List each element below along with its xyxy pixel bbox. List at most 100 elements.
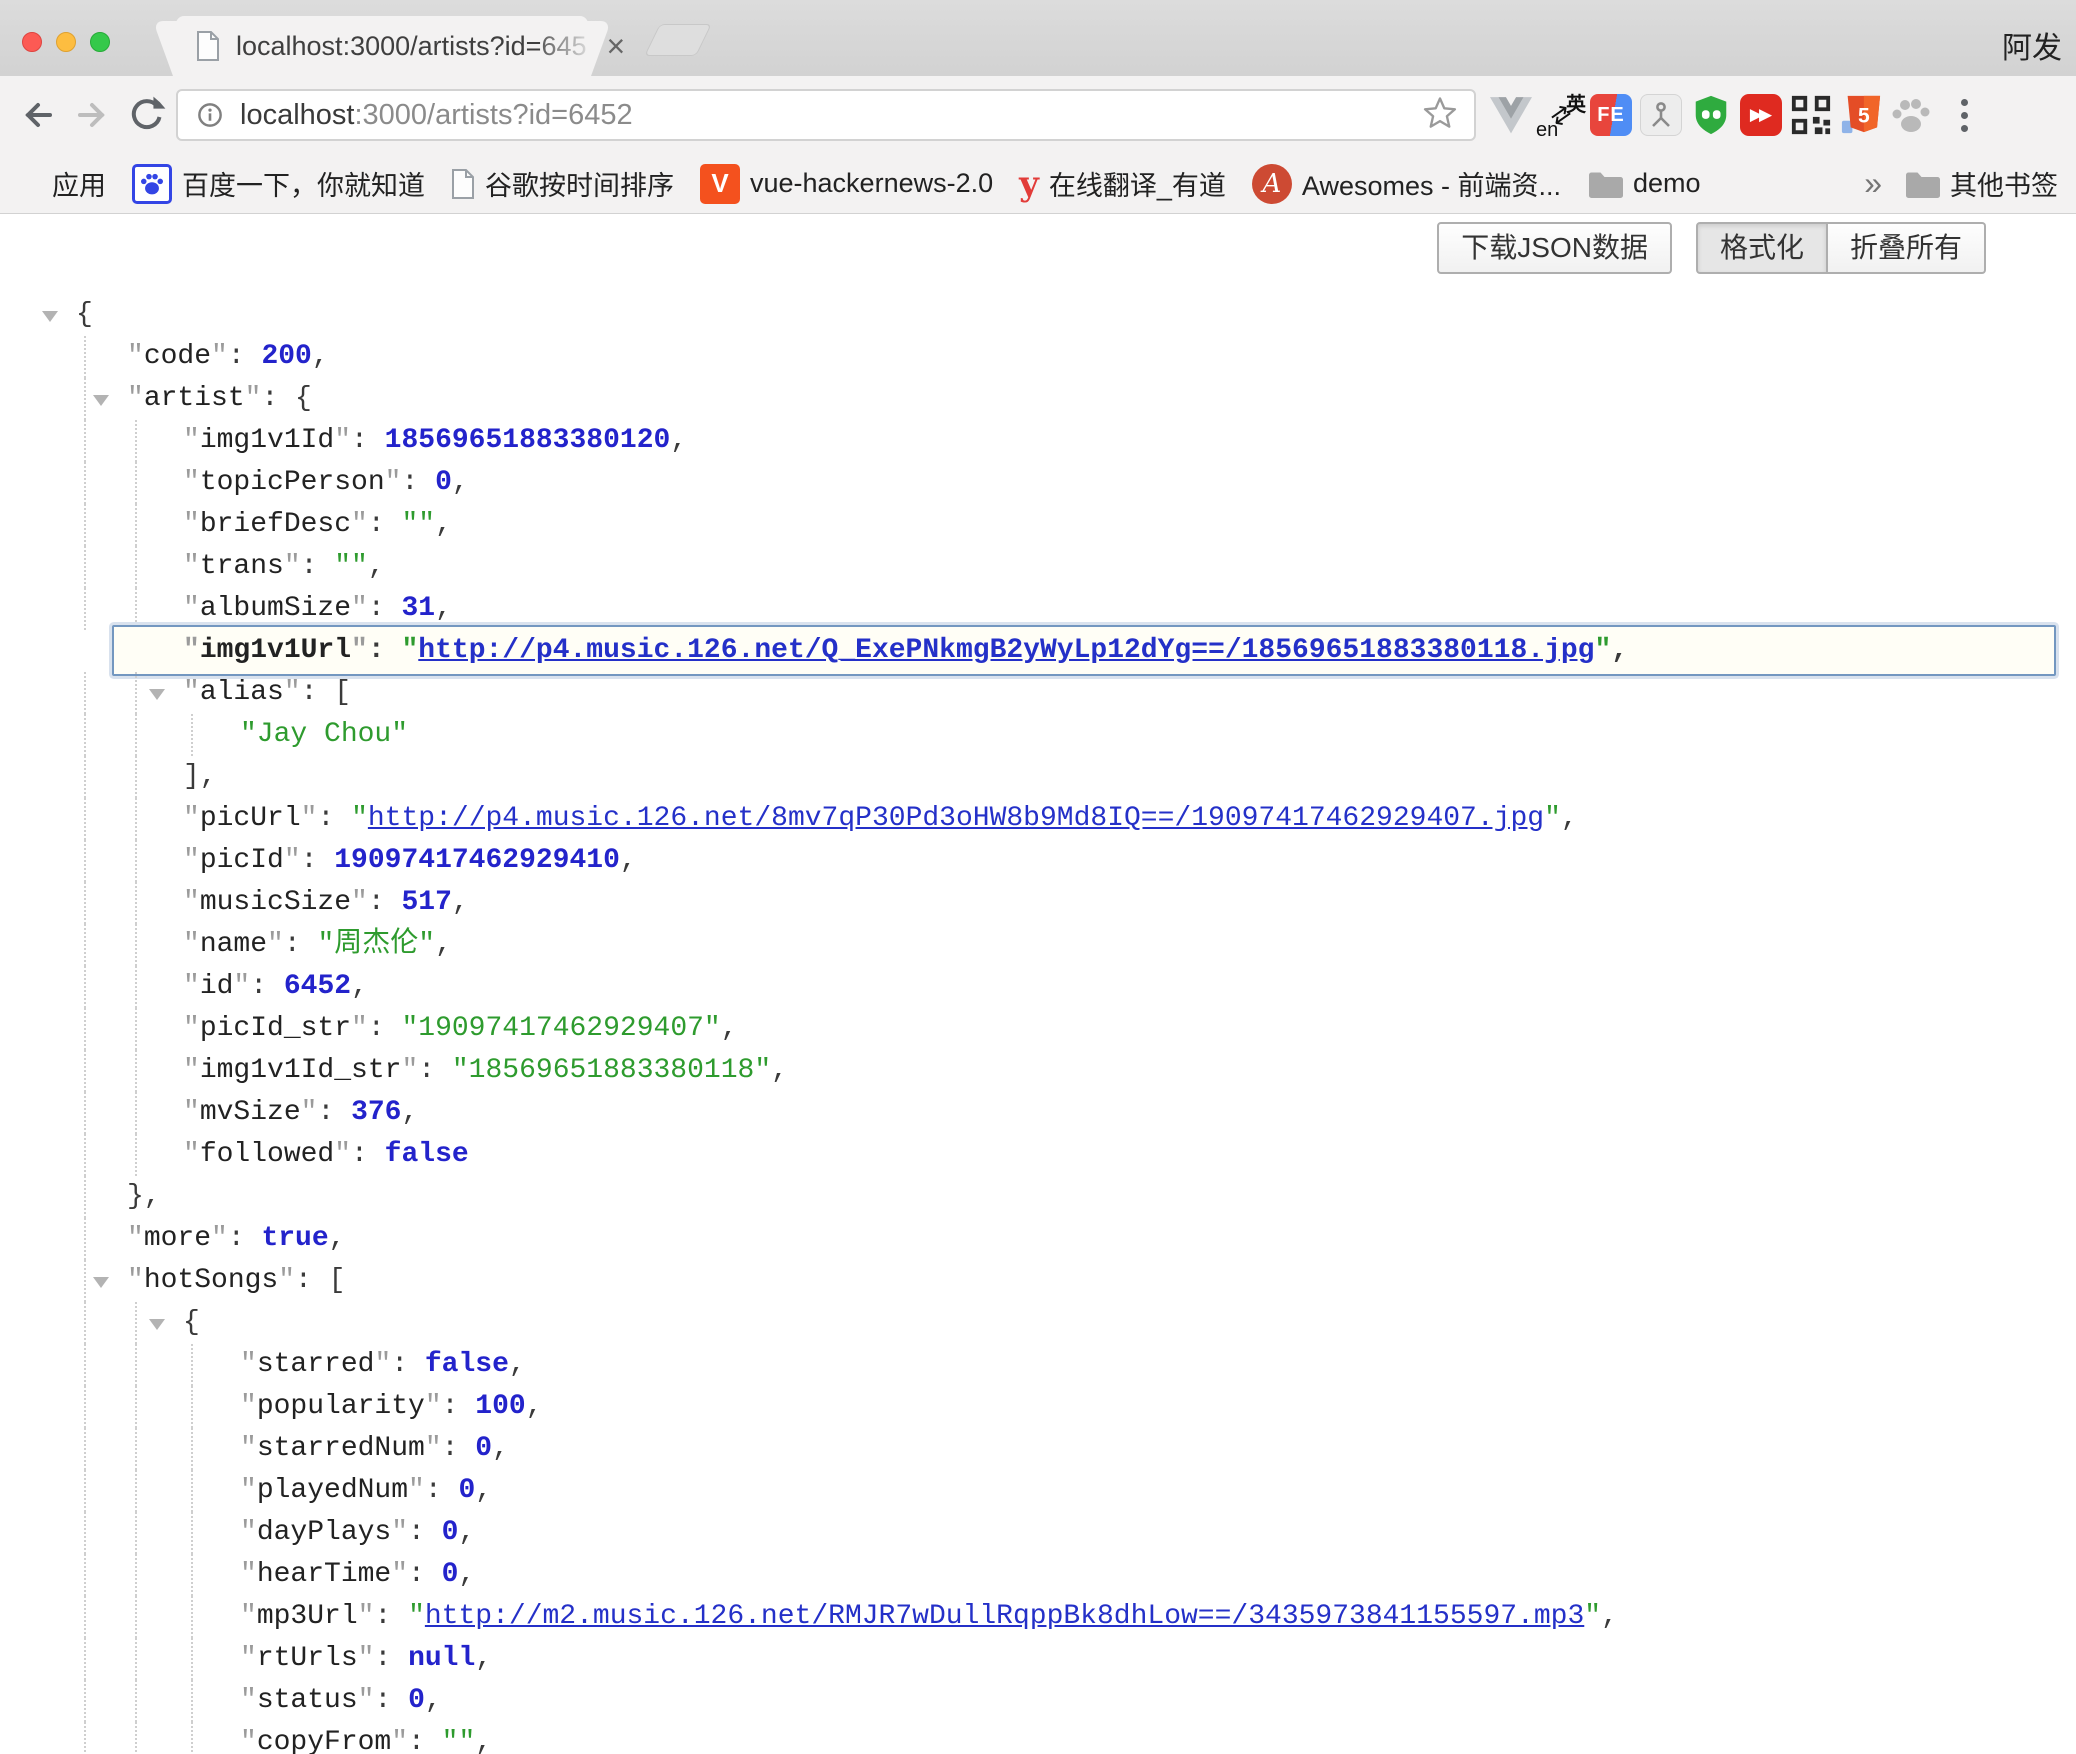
indent-guide: [135, 420, 137, 462]
json-punct: ": [183, 1055, 200, 1086]
json-key: starred: [257, 1349, 375, 1380]
json-punct: :: [374, 1601, 408, 1632]
indent-guide: [84, 714, 86, 756]
baidu-paw-icon: [132, 164, 172, 204]
collapse-caret-icon[interactable]: [93, 1277, 109, 1288]
json-value: 0: [475, 1433, 492, 1464]
json-punct: ": [183, 1013, 200, 1044]
bookmark-star-icon[interactable]: [1420, 93, 1460, 138]
bookmarks-right-group: » 其他书签: [1864, 164, 2058, 203]
json-punct: ,: [452, 467, 469, 498]
url-link[interactable]: http://p4.music.126.net/8mv7qP30Pd3oHW8b…: [368, 803, 1544, 834]
page-icon: [196, 31, 220, 61]
bookmark-vue-hackernews[interactable]: V vue-hackernews-2.0: [700, 164, 993, 204]
json-punct: ": [240, 1727, 257, 1754]
back-button[interactable]: [14, 91, 62, 139]
browser-tab[interactable]: localhost:3000/artists?id=645 ×: [176, 16, 588, 76]
indent-guide: [84, 1134, 86, 1176]
indent-guide: [84, 1680, 86, 1722]
bookmark-folder-demo[interactable]: demo: [1587, 168, 1701, 199]
json-row: "img1v1Id_str": "18569651883380118",: [0, 1050, 2076, 1092]
json-punct: ": [240, 1391, 257, 1422]
bookmark-baidu[interactable]: 百度一下，你就知道: [132, 164, 425, 204]
json-punct: ": [334, 1139, 351, 1170]
indent-guide: [84, 336, 86, 378]
json-punct: ": [233, 971, 250, 1002]
new-tab-button[interactable]: [644, 24, 712, 56]
profile-name[interactable]: 阿发: [2002, 23, 2062, 67]
octotree-extension-icon[interactable]: [1636, 90, 1686, 140]
bookmark-other-bookmarks[interactable]: 其他书签: [1904, 164, 2058, 203]
url-link[interactable]: http://m2.music.126.net/RMJR7wDullRqppBk…: [425, 1601, 1584, 1632]
bookmarks-overflow-icon[interactable]: »: [1864, 165, 1882, 202]
collapse-all-button[interactable]: 折叠所有: [1828, 222, 1986, 274]
json-punct: :: [351, 425, 385, 456]
paw-extension-icon[interactable]: [1886, 90, 1936, 140]
indent-guide: [135, 462, 137, 504]
json-punct: ,: [492, 1433, 509, 1464]
indent-guide: [135, 840, 137, 882]
collapse-caret-icon[interactable]: [149, 689, 165, 700]
html5-extension-icon[interactable]: 5: [1836, 90, 1886, 140]
json-value: 376: [351, 1097, 401, 1128]
json-punct: :: [250, 971, 284, 1002]
json-punct: ,: [771, 1055, 788, 1086]
json-value: 0: [458, 1475, 475, 1506]
json-punct: ": [301, 803, 318, 834]
json-punct: ,: [401, 1097, 418, 1128]
json-punct: ,: [368, 551, 385, 582]
address-bar[interactable]: localhost:3000/artists?id=6452: [176, 89, 1476, 141]
collapse-caret-icon[interactable]: [93, 395, 109, 406]
json-punct: ": [183, 593, 200, 624]
collapse-caret-icon[interactable]: [42, 311, 58, 322]
indent-guide: [84, 1512, 86, 1554]
bookmark-google-sort[interactable]: 谷歌按时间排序: [451, 164, 674, 203]
bookmark-awesomes[interactable]: A Awesomes - 前端资...: [1252, 164, 1561, 204]
indent-guide: [135, 966, 137, 1008]
format-button[interactable]: 格式化: [1696, 222, 1828, 274]
json-tree: {"code": 200,"artist": {"img1v1Id": 1856…: [0, 214, 2076, 1754]
qr-code-extension-icon[interactable]: [1786, 90, 1836, 140]
json-punct: :: [408, 1727, 442, 1754]
json-punct: :: [368, 887, 402, 918]
bookmark-youdao-translate[interactable]: y 在线翻译_有道: [1019, 164, 1226, 204]
json-row: "musicSize": 517,: [0, 882, 2076, 924]
json-punct: ": [358, 1643, 375, 1674]
reload-button[interactable]: [122, 91, 170, 139]
folder-icon: [1904, 170, 1940, 198]
json-key: more: [144, 1223, 211, 1254]
chrome-menu-icon[interactable]: [1944, 99, 1984, 132]
url-link[interactable]: http://p4.music.126.net/Q_ExePNkmgB2yWyL…: [418, 635, 1594, 666]
json-value: 0: [408, 1685, 425, 1716]
translate-extension-icon[interactable]: 英 en ⇄: [1536, 90, 1586, 140]
json-punct: ": [183, 887, 200, 918]
forward-button[interactable]: [68, 91, 116, 139]
folder-icon: [1587, 170, 1623, 198]
bookmark-apps[interactable]: 应用: [18, 164, 106, 203]
json-punct: ": [391, 1559, 408, 1590]
close-window-button[interactable]: [22, 32, 42, 52]
json-punct: ": [351, 635, 368, 666]
json-key: dayPlays: [257, 1517, 391, 1548]
page-icon: [451, 169, 475, 199]
json-punct: ": [284, 551, 301, 582]
json-row: "briefDesc": "",: [0, 504, 2076, 546]
fe-extension-icon[interactable]: FE: [1586, 90, 1636, 140]
json-row: "trans": "",: [0, 546, 2076, 588]
site-info-icon[interactable]: [192, 97, 228, 133]
indent-guide: [135, 1344, 137, 1386]
download-json-button[interactable]: 下载JSON数据: [1437, 222, 1672, 274]
collapse-caret-icon[interactable]: [149, 1319, 165, 1330]
fullscreen-window-button[interactable]: [90, 32, 110, 52]
tab-close-icon[interactable]: ×: [607, 30, 626, 62]
json-punct: ": [183, 425, 200, 456]
json-value: 0: [442, 1559, 459, 1590]
minimize-window-button[interactable]: [56, 32, 76, 52]
json-punct: ,: [458, 1559, 475, 1590]
tampermonkey-extension-icon[interactable]: [1686, 90, 1736, 140]
vue-devtools-icon[interactable]: [1486, 90, 1536, 140]
json-row: "more": true,: [0, 1218, 2076, 1260]
json-row: "code": 200,: [0, 336, 2076, 378]
json-key: hotSongs: [144, 1265, 278, 1296]
video-downloader-extension-icon[interactable]: ▶▶: [1736, 90, 1786, 140]
